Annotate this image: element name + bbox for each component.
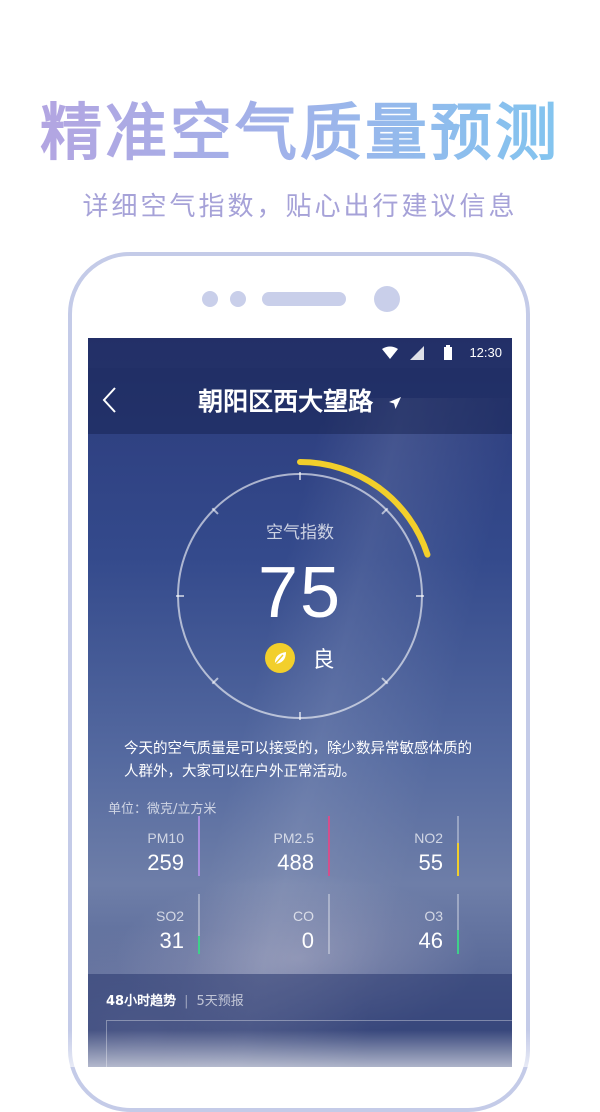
location-name: 朝阳区西大望路 bbox=[198, 387, 374, 416]
signal-icon bbox=[410, 346, 424, 360]
aqi-label: 空气指数 bbox=[266, 523, 334, 543]
pollutant-level-bar bbox=[457, 894, 459, 954]
forecast-panel: 48小时趋势 | 5天预报 bbox=[88, 974, 512, 1067]
pollutant-item: PM10 259 bbox=[88, 816, 208, 876]
pollutant-level-bar bbox=[328, 894, 330, 954]
pollutant-item: CO 0 bbox=[218, 894, 338, 954]
forecast-tabs: 48小时趋势 | 5天预报 bbox=[106, 990, 244, 1009]
wifi-icon bbox=[382, 346, 398, 359]
pollutant-name: NO2 bbox=[414, 830, 443, 846]
aqi-level-row: 良 bbox=[88, 642, 512, 674]
phone-sensor-dot bbox=[230, 291, 246, 307]
pollutant-value: 46 bbox=[418, 928, 443, 953]
pollutant-name: CO bbox=[293, 908, 314, 924]
pollutant-value: 55 bbox=[418, 850, 443, 875]
status-time: 12:30 bbox=[469, 345, 502, 360]
pollutant-level-fill bbox=[328, 816, 330, 876]
tab-48h-trend[interactable]: 48小时趋势 bbox=[106, 994, 176, 1009]
pollutant-value: 0 bbox=[301, 928, 314, 953]
pollutant-level-fill bbox=[198, 936, 200, 954]
aqi-level: 良 bbox=[312, 648, 335, 673]
pollutant-level-fill bbox=[457, 843, 459, 876]
app-screen: 12:30 朝阳区西大望路 空气指数 75 良 今天的空气质量是可以接受的，除少… bbox=[88, 338, 512, 1067]
pollutant-name: PM10 bbox=[147, 830, 184, 846]
pollutant-level-bar bbox=[198, 816, 200, 876]
promo-title: 精准空气质量预测 bbox=[0, 82, 600, 172]
pollutant-level-fill bbox=[457, 930, 459, 954]
battery-icon bbox=[444, 345, 452, 360]
pollutant-name: PM2.5 bbox=[273, 830, 314, 846]
phone-camera bbox=[374, 286, 400, 312]
status-bar: 12:30 bbox=[88, 338, 512, 368]
pollutant-item: NO2 55 bbox=[347, 816, 467, 876]
tab-separator: | bbox=[184, 994, 189, 1009]
phone-sensor-dot bbox=[202, 291, 218, 307]
pollutant-level-bar bbox=[328, 816, 330, 876]
nav-bar: 朝阳区西大望路 bbox=[88, 368, 512, 434]
pollutant-name: O3 bbox=[424, 908, 443, 924]
pollutant-level-fill bbox=[198, 816, 200, 876]
location-title[interactable]: 朝阳区西大望路 bbox=[88, 382, 512, 418]
health-advice: 今天的空气质量是可以接受的，除少数异常敏感体质的人群外，大家可以在户外正常活动。 bbox=[124, 741, 472, 780]
pollutant-value: 31 bbox=[159, 928, 184, 953]
phone-speaker bbox=[262, 292, 346, 306]
pollutant-value: 488 bbox=[277, 850, 314, 875]
location-arrow-icon bbox=[388, 397, 401, 409]
trend-chart-frame bbox=[106, 1020, 512, 1067]
tab-5day-forecast[interactable]: 5天预报 bbox=[196, 994, 243, 1009]
pollutant-value: 259 bbox=[147, 850, 184, 875]
promo-subtitle: 详细空气指数，贴心出行建议信息 bbox=[82, 192, 518, 222]
pollutant-name: SO2 bbox=[155, 908, 184, 924]
pollutant-item: SO2 31 bbox=[88, 894, 208, 954]
pollutant-level-bar bbox=[198, 894, 200, 954]
pollutant-item: PM2.5 488 bbox=[218, 816, 338, 876]
unit-label: 单位：微克/立方米 bbox=[108, 802, 217, 817]
aqi-value: 75 bbox=[257, 553, 343, 633]
pollutant-level-bar bbox=[457, 816, 459, 876]
leaf-icon bbox=[265, 643, 296, 673]
pollutant-item: O3 46 bbox=[347, 894, 467, 954]
